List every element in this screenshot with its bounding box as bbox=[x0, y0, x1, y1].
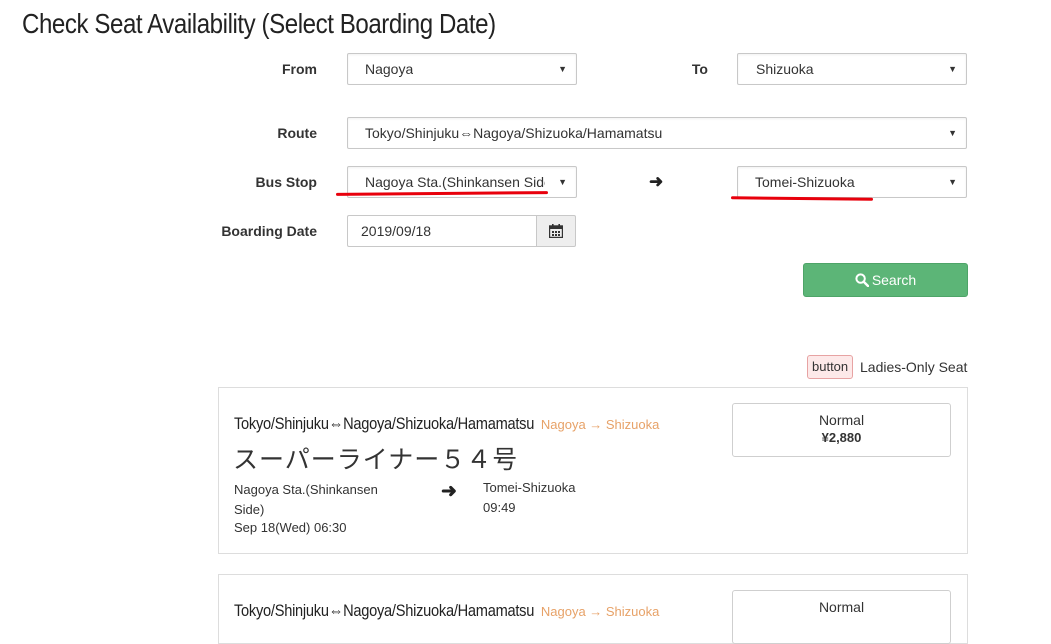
result-route-name: Tokyo/Shinjuku⇔Nagoya/Shizuoka/Hamamatsu bbox=[234, 414, 535, 433]
result-origin-destination: Nagoya → Shizuoka bbox=[540, 417, 660, 432]
right-arrow-icon: ➜ bbox=[649, 172, 664, 191]
chevron-down-icon: ▼ bbox=[948, 128, 957, 138]
result-origin-destination: Nagoya → Shizuoka bbox=[540, 604, 660, 619]
fare-button[interactable]: Normal bbox=[732, 590, 951, 644]
search-button-label: Search bbox=[871, 272, 917, 288]
ladies-only-legend-badge: button bbox=[807, 355, 854, 379]
search-icon bbox=[855, 273, 870, 288]
route-select[interactable]: Tokyo/Shinjuku⇔Nagoya/Shizuoka/Hamamatsu… bbox=[347, 117, 967, 149]
right-arrow-icon: ➜ bbox=[441, 481, 457, 502]
result-route: Tokyo/Shinjuku⇔Nagoya/Shizuoka/Hamamatsu… bbox=[234, 601, 659, 621]
ladies-only-legend-text: Ladies-Only Seat bbox=[860, 359, 968, 375]
to-label: To bbox=[691, 61, 708, 77]
route-select-value: Tokyo/Shinjuku⇔Nagoya/Shizuoka/Hamamatsu bbox=[365, 125, 663, 141]
result-card: Tokyo/Shinjuku⇔Nagoya/Shizuoka/Hamamatsu… bbox=[218, 387, 968, 554]
result-route: Tokyo/Shinjuku⇔Nagoya/Shizuoka/Hamamatsu… bbox=[234, 414, 659, 434]
to-select-value: Shizuoka bbox=[756, 61, 814, 77]
fare-class: Normal bbox=[818, 412, 865, 428]
from-select[interactable]: Nagoya ▼ bbox=[347, 53, 577, 85]
from-label: From bbox=[282, 61, 317, 77]
result-route-name: Tokyo/Shinjuku⇔Nagoya/Shizuoka/Hamamatsu bbox=[234, 601, 535, 620]
chevron-down-icon: ▼ bbox=[558, 177, 567, 187]
chevron-down-icon: ▼ bbox=[558, 64, 567, 74]
chevron-down-icon: ▼ bbox=[948, 177, 957, 187]
bus-stop-to-value: Tomei-Shizuoka bbox=[755, 174, 855, 190]
fare-class: Normal bbox=[818, 599, 865, 615]
route-label: Route bbox=[277, 125, 317, 141]
boarding-date-label: Boarding Date bbox=[221, 223, 317, 239]
page-title: Check Seat Availability (Select Boarding… bbox=[22, 8, 496, 39]
fare-price: ¥2,880 bbox=[821, 430, 862, 445]
chevron-down-icon: ▼ bbox=[948, 64, 957, 74]
calendar-button[interactable] bbox=[536, 215, 576, 247]
result-card: Tokyo/Shinjuku⇔Nagoya/Shizuoka/Hamamatsu… bbox=[218, 574, 968, 644]
bus-stop-to-select[interactable]: Tomei-Shizuoka ▼ bbox=[737, 166, 967, 198]
to-select[interactable]: Shizuoka ▼ bbox=[737, 53, 967, 85]
bus-name: スーパーライナー５４号 bbox=[233, 446, 519, 474]
fare-button[interactable]: Normal ¥2,880 bbox=[732, 403, 951, 457]
boarding-date-input[interactable]: 2019/09/18 bbox=[347, 215, 537, 247]
red-underline-annotation bbox=[730, 196, 874, 201]
calendar-icon bbox=[549, 224, 563, 238]
from-select-value: Nagoya bbox=[365, 61, 414, 77]
departure-stop: Nagoya Sta.(Shinkansen Side) bbox=[234, 482, 378, 517]
departure-time: Sep 18(Wed) 06:30 bbox=[234, 520, 347, 535]
bus-stop-label: Bus Stop bbox=[255, 174, 317, 190]
arrival-time: 09:49 bbox=[483, 500, 516, 515]
search-button[interactable]: Search bbox=[803, 263, 968, 297]
arrival-stop: Tomei-Shizuoka bbox=[483, 480, 576, 495]
